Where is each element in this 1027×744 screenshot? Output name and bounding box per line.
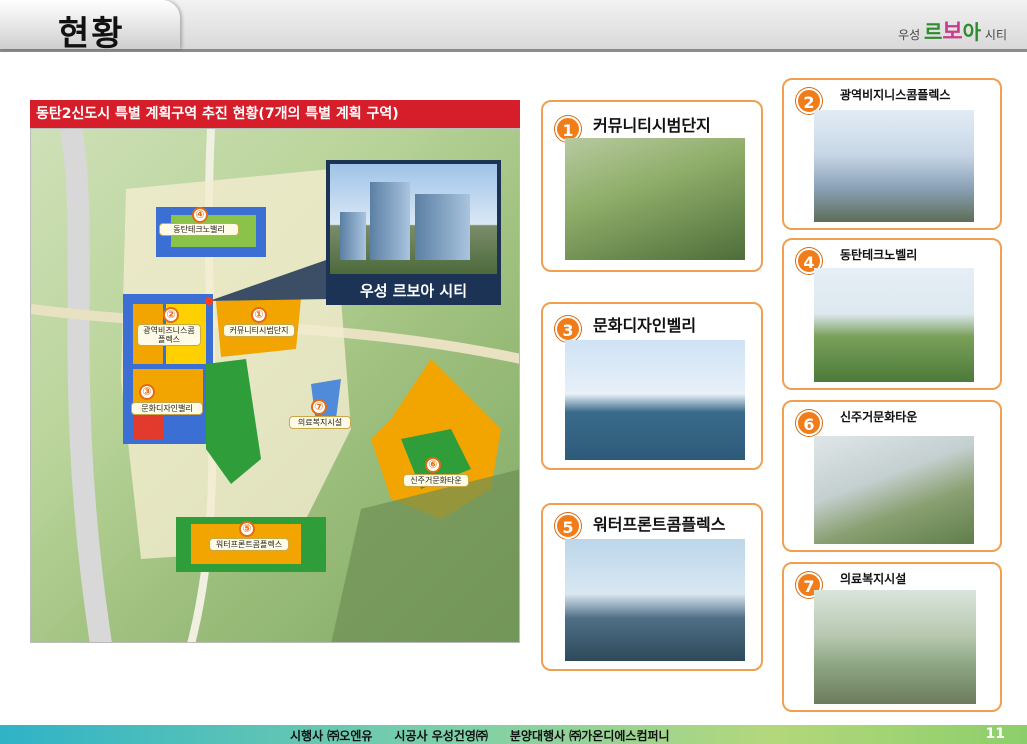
zone-num-4: ④ bbox=[192, 207, 208, 223]
footer-credits: 시행사 ㈜오엔유 시공사 우성건영㈜ 분양대행사 ㈜가온디에스컴퍼니 bbox=[290, 727, 670, 744]
card-7-photo bbox=[814, 590, 976, 704]
zone-num-3: ③ bbox=[139, 384, 155, 400]
card-2-title: 광역비지니스콤플렉스 bbox=[840, 88, 951, 102]
card-3-title: 문화디자인벨리 bbox=[593, 316, 697, 335]
card-4-photo bbox=[814, 268, 974, 382]
map-title: 동탄2신도시 특별 계획구역 추진 현황(7개의 특별 계획 구역) bbox=[30, 100, 520, 128]
zone-num-6: ⑥ bbox=[425, 457, 441, 473]
card-1-photo bbox=[565, 138, 745, 260]
footer-builder: 시공사 우성건영㈜ bbox=[394, 729, 488, 743]
footer-agency: 분양대행사 ㈜가온디에스컴퍼니 bbox=[509, 729, 670, 743]
card-6-photo bbox=[814, 436, 974, 544]
zone-label-7: 의료복지시설 bbox=[289, 416, 351, 429]
footer-bar: 시행사 ㈜오엔유 시공사 우성건영㈜ 분양대행사 ㈜가온디에스컴퍼니 11 bbox=[0, 725, 1027, 744]
zone-label-5: 워터프론트콤플렉스 bbox=[209, 538, 289, 551]
card-5: 5 워터프론트콤플렉스 bbox=[541, 503, 763, 671]
zone-num-1: ① bbox=[251, 307, 267, 323]
card-1: 1 커뮤니티시범단지 bbox=[541, 100, 763, 272]
zone-num-2: ② bbox=[163, 307, 179, 323]
card-6-num: 6 bbox=[796, 410, 822, 436]
card-5-title: 워터프론트콤플렉스 bbox=[593, 515, 726, 534]
card-3: 3 문화디자인벨리 bbox=[541, 302, 763, 470]
callout-rendering: 우성 르보아 시티 bbox=[326, 160, 501, 305]
card-3-photo bbox=[565, 340, 745, 460]
card-2-photo bbox=[814, 110, 974, 222]
card-5-photo bbox=[565, 539, 745, 661]
card-4: 4 동탄테크노벨리 bbox=[782, 238, 1002, 390]
card-7-title: 의료복지시설 bbox=[840, 572, 907, 586]
callout-photo bbox=[330, 164, 497, 274]
page-number: 11 bbox=[985, 726, 1005, 742]
zone-label-2: 광역비즈니스콤플렉스 bbox=[137, 324, 201, 346]
card-6: 6 신주거문화타운 bbox=[782, 400, 1002, 552]
card-3-num: 3 bbox=[555, 316, 581, 342]
brand-logo: 우성 르보아 시티 bbox=[898, 20, 1007, 45]
footer-executor: 시행사 ㈜오엔유 bbox=[290, 729, 373, 743]
card-4-title: 동탄테크노벨리 bbox=[840, 248, 918, 262]
callout-label: 우성 르보아 시티 bbox=[359, 282, 468, 300]
card-7: 7 의료복지시설 bbox=[782, 562, 1002, 712]
zone-label-4: 동탄테크노밸리 bbox=[159, 223, 239, 236]
zone-label-6: 신주거문화타운 bbox=[403, 474, 469, 487]
card-2: 2 광역비지니스콤플렉스 bbox=[782, 78, 1002, 230]
page-title: 현황 bbox=[58, 14, 125, 54]
zone-label-1: 커뮤니티시범단지 bbox=[223, 324, 295, 337]
card-1-title: 커뮤니티시범단지 bbox=[593, 116, 711, 135]
card-6-title: 신주거문화타운 bbox=[840, 410, 918, 424]
zone-num-5: ⑤ bbox=[239, 521, 255, 537]
zone-label-3: 문화디자인밸리 bbox=[131, 402, 203, 415]
header-bar: 현황 우성 르보아 시티 bbox=[0, 0, 1027, 54]
card-5-num: 5 bbox=[555, 513, 581, 539]
zone-num-7: ⑦ bbox=[311, 399, 327, 415]
